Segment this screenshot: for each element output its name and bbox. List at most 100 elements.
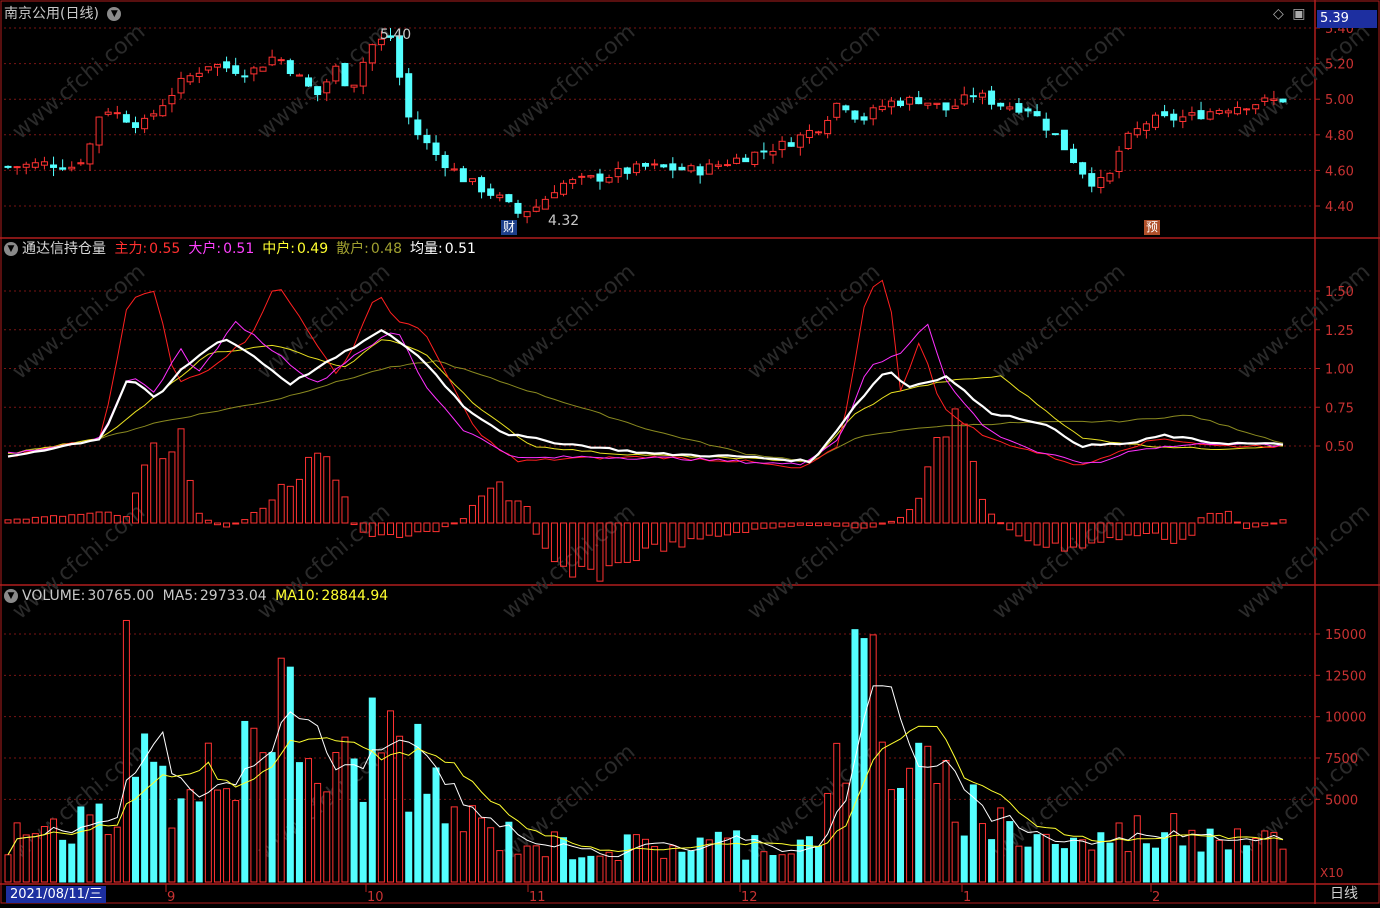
oscillator-bar [286,485,294,524]
indicator-legend-item: 散户: 0.48 [336,241,406,257]
volume-bar-down [1161,832,1169,883]
volume-bar-down [988,839,996,883]
volume-bar-up [13,822,21,883]
candle-down [1051,133,1059,136]
oscillator-bar [687,522,695,540]
volume-bar-up [377,752,385,883]
candle-down [969,95,977,98]
volume-bar-down [796,839,804,883]
volume-bar-up [1088,849,1096,883]
indicator-axis-label: 1.25 [1325,324,1354,339]
oscillator-bar [714,522,722,537]
candle-up [714,164,722,167]
watermark-text: www.cfchi.com [988,499,1130,624]
oscillator-bar [906,509,914,524]
volume-bar-up [1270,832,1278,883]
oscillator-bar [778,522,786,528]
volume-bar-up [1133,815,1141,883]
volume-bar-down [1097,832,1105,883]
candle-down [787,142,795,147]
volume-bar-up [887,789,895,883]
oscillator-bar [1161,522,1169,540]
candle-up [560,182,568,195]
indicator-legend-item: 主力: 0.55 [114,241,184,257]
candle-down [1070,148,1078,164]
candle-up [805,129,813,138]
candle-down [286,60,294,74]
watermark-text: www.cfchi.com [8,259,150,384]
chevron-down-icon[interactable]: ▼ [4,589,18,603]
oscillator-bar [978,498,986,524]
candle-down [432,142,440,156]
indicator-legend-label: 均量: [410,241,443,257]
oscillator-bar [1006,522,1014,531]
kline-chart-canvas[interactable]: www.cfchi.com www.cfchi.com www.cfchi.com w… [0,0,1380,905]
candle-up [1152,114,1159,128]
forecast-badge[interactable]: 预 [1144,220,1160,235]
oscillator-bar [441,522,449,528]
candle-down [660,164,668,168]
oscillator-bar [305,456,313,524]
volume-bar-down [623,834,631,883]
oscillator-bar [815,522,823,527]
oscillator-bar [997,522,1005,525]
financial-report-badge[interactable]: 财 [501,220,517,235]
volume-bar-up [1124,851,1132,883]
candle-up [723,164,731,167]
candle-up [1179,116,1187,122]
watermark-text: www.cfchi.com [498,499,640,624]
candle-up [104,111,112,115]
candle-up [150,113,158,117]
candle-down [1088,173,1096,187]
volume-bar-up [778,854,786,883]
candle-up [204,66,212,71]
candle-up [277,59,285,62]
indicator-legend-value: 0.51 [444,241,476,257]
candle-down [441,154,449,169]
period-switch[interactable]: 日线 [1330,886,1358,903]
volume-bar-up [660,857,668,883]
stock-name: 南京公用 [4,6,60,22]
ma10-value: 28844.94 [321,588,389,604]
volume-bar-up [642,838,649,883]
volume-bar-up [122,619,130,883]
oscillator-bar [168,451,176,524]
diamond-icon[interactable]: ◇ [1273,6,1284,22]
candle-down [1024,108,1032,112]
oscillator-bar [1197,517,1205,524]
candle-down [997,102,1005,107]
candle-up [587,175,595,178]
oscillator-bar [651,522,659,545]
chevron-down-icon[interactable]: ▼ [107,7,122,21]
indicator-legend-label: 散户: [336,241,369,257]
pane-tools: ◇ ▣ [1273,5,1309,23]
volume-bar-up [978,823,986,883]
oscillator-bar [887,520,895,524]
candle-up [332,65,340,82]
oscillator-bar [514,500,522,524]
candle-up [960,94,968,105]
candle-up [815,131,823,134]
chevron-down-icon[interactable]: ▼ [4,242,18,256]
candle-up [869,107,877,120]
position-oscillator-bars [4,408,1287,582]
candle-up [605,177,613,183]
oscillator-bar [705,522,713,536]
candle-up [1243,108,1251,111]
volume-bar-down [1006,821,1014,883]
oscillator-bar [915,497,923,524]
oscillator-bar [878,522,886,525]
oscillator-bar [742,522,750,533]
oscillator-bar [204,519,212,524]
oscillator-bar [505,500,513,524]
volume-bar-down [960,835,968,883]
window-icon[interactable]: ▣ [1292,6,1305,22]
candle-up [1188,112,1196,116]
indicator-legend-item: 大户: 0.51 [188,241,258,257]
volume-bar-down [195,801,203,883]
volume-bar-down [1033,834,1041,883]
candle-up [350,84,358,88]
candle-down [514,202,522,214]
oscillator-bar [295,478,303,524]
chart-window[interactable]: www.cfchi.com www.cfchi.com www.cfchi.com w… [0,0,1380,905]
